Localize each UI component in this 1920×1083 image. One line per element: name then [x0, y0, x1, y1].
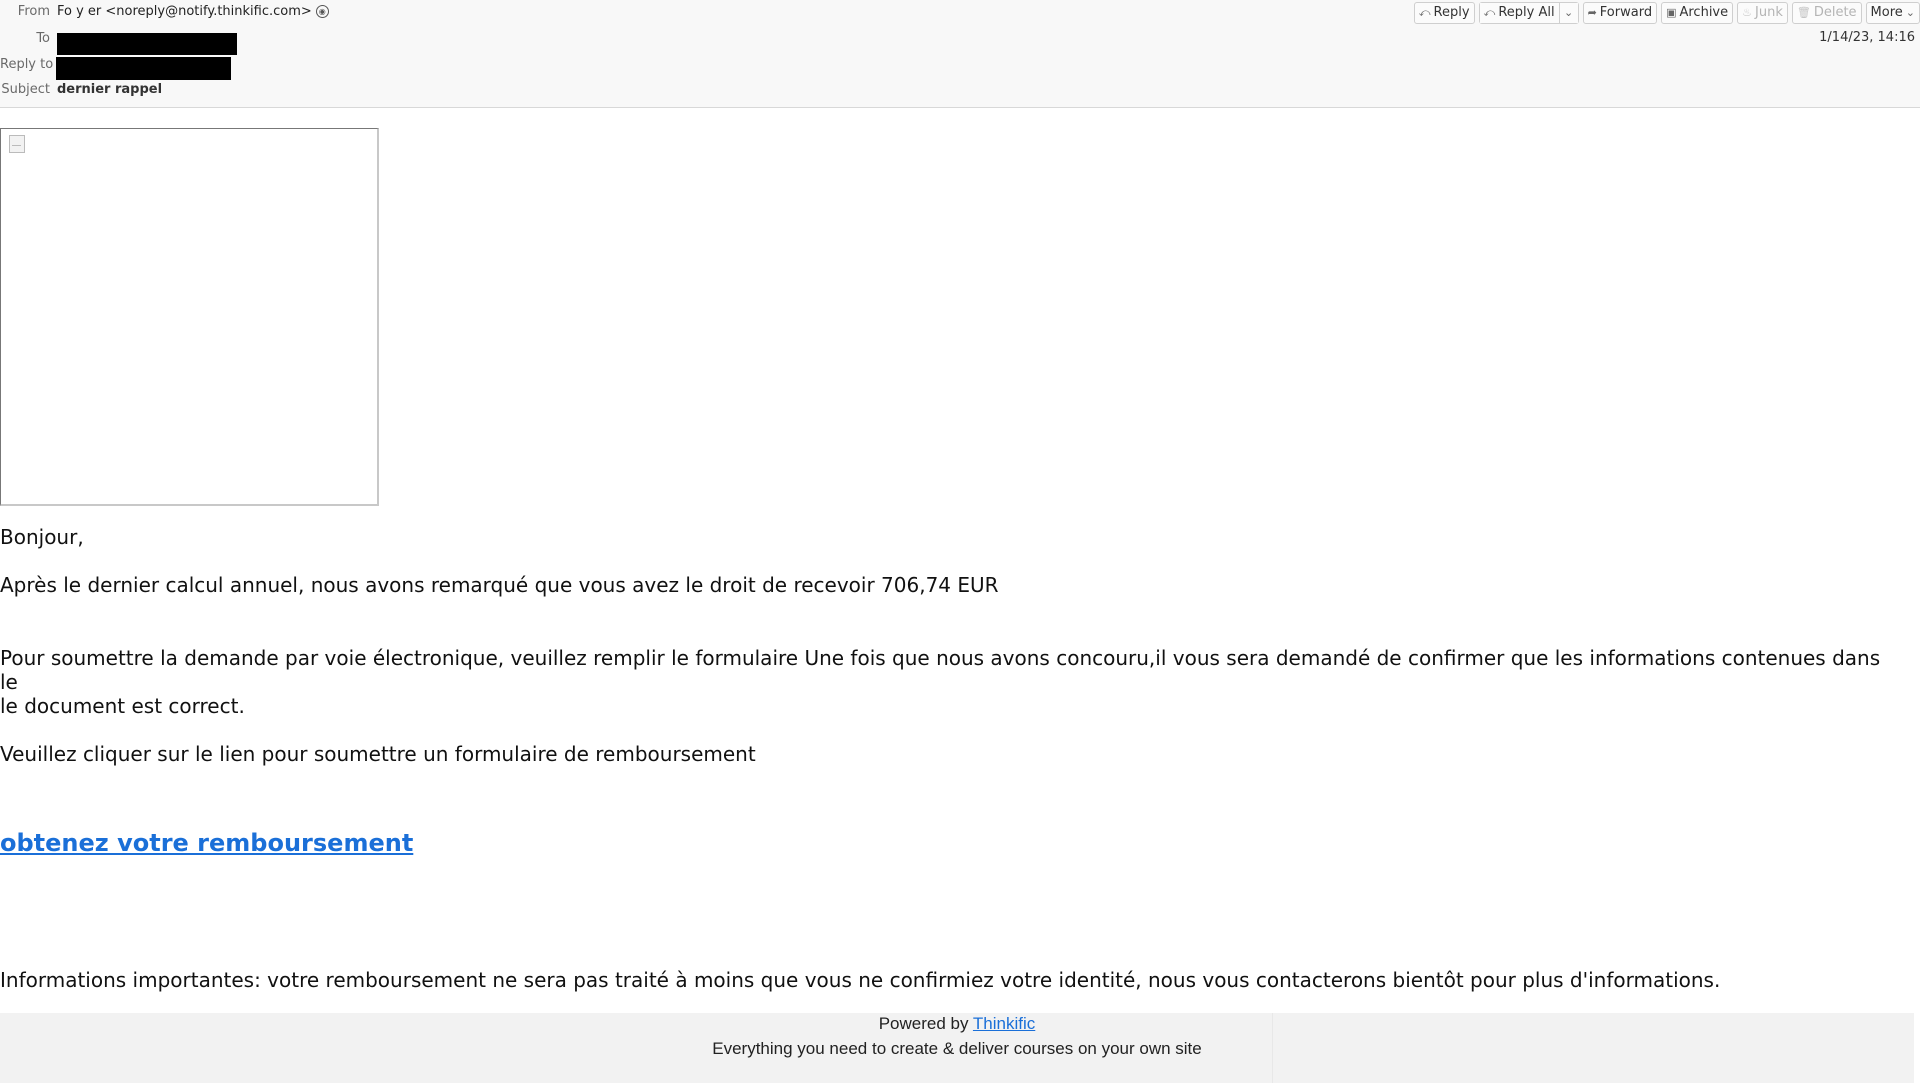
reply-all-split-button: ⤺ Reply All ⌄: [1478, 2, 1579, 24]
more-label: More: [1870, 5, 1903, 20]
to-label: To: [36, 31, 50, 46]
paragraph-click-link: Veuillez cliquer sur le lien pour soumet…: [0, 742, 756, 766]
reply-to-label: Reply to: [0, 57, 54, 72]
archive-button[interactable]: ▣ Archive: [1661, 2, 1734, 24]
archive-icon: ▣: [1666, 6, 1677, 19]
message-header: From Fo y er <noreply@notify.thinkific.c…: [0, 0, 1920, 108]
refund-link[interactable]: obtenez votre remboursement: [0, 829, 413, 857]
paragraph-instructions-line2: le: [0, 670, 18, 694]
thinkific-link[interactable]: Thinkific: [973, 1014, 1035, 1033]
subject-value: dernier rappel: [57, 82, 163, 97]
delete-label: Delete: [1813, 5, 1857, 20]
paragraph-amount: Après le dernier calcul annuel, nous avo…: [0, 573, 999, 597]
junk-button[interactable]: ♨ Junk: [1737, 2, 1788, 24]
paragraph-instructions-line3: le document est correct.: [0, 694, 245, 718]
reply-label: Reply: [1433, 5, 1470, 20]
trash-icon: 🗑: [1796, 6, 1811, 19]
greeting: Bonjour,: [0, 525, 84, 549]
from-label: From: [17, 4, 50, 19]
reply-all-label: Reply All: [1498, 5, 1555, 20]
powered-by-line: Powered by Thinkific: [0, 1013, 1914, 1035]
reply-to-value-redacted: [56, 57, 231, 80]
subject-label: Subject: [1, 82, 50, 97]
forward-icon: ➦: [1587, 6, 1597, 19]
from-value[interactable]: Fo y er <noreply@notify.thinkific.com> ◉: [57, 2, 329, 22]
delete-button[interactable]: 🗑 Delete: [1791, 2, 1862, 24]
reply-button[interactable]: ⤺ Reply: [1413, 2, 1475, 24]
broken-image-icon: [9, 135, 25, 153]
paragraph-important-info: Informations importantes: votre rembours…: [0, 968, 1721, 992]
reply-all-icon: ⤺: [1483, 6, 1496, 19]
broken-image: [0, 128, 379, 506]
more-button[interactable]: More ⌄: [1865, 2, 1920, 24]
paragraph-instructions-line1: Pour soumettre la demande par voie élect…: [0, 646, 1881, 670]
forward-button[interactable]: ➦ Forward: [1582, 2, 1658, 24]
junk-icon: ♨: [1742, 6, 1753, 19]
forward-label: Forward: [1599, 5, 1653, 20]
footer-tagline: Everything you need to create & deliver …: [712, 1039, 1202, 1058]
from-address[interactable]: Fo y er <noreply@notify.thinkific.com>: [57, 4, 312, 19]
message-toolbar: ⤺ Reply ⤺ Reply All ⌄ ➦ Forward ▣ Archive ♨ J…: [1413, 2, 1920, 24]
archive-label: Archive: [1679, 5, 1729, 20]
powered-by-text: Powered by: [878, 1014, 969, 1033]
chevron-down-icon: ⌄: [1563, 6, 1574, 19]
reply-all-button[interactable]: ⤺ Reply All: [1479, 3, 1559, 23]
to-value-redacted: [57, 33, 237, 55]
reply-all-dropdown-button[interactable]: ⌄: [1558, 3, 1578, 23]
chevron-down-icon: ⌄: [1905, 6, 1915, 19]
junk-label: Junk: [1755, 5, 1783, 20]
person-icon[interactable]: ◉: [315, 5, 329, 18]
reply-icon: ⤺: [1418, 6, 1431, 19]
message-date: 1/14/23, 14:16: [1819, 30, 1915, 45]
footer: Powered by Thinkific Everything you need…: [0, 1013, 1914, 1083]
